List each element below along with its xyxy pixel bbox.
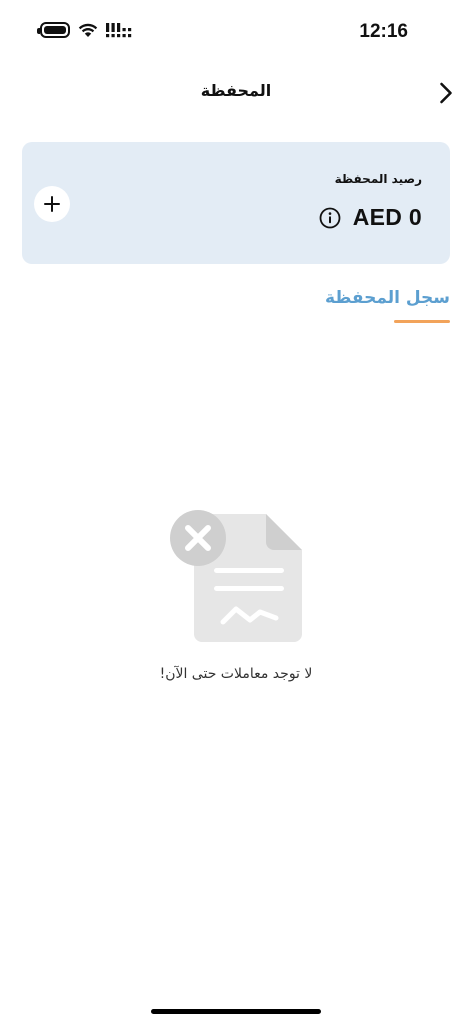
add-funds-button[interactable] <box>34 186 70 222</box>
tab-label: سجل المحفظة <box>324 288 450 308</box>
wallet-balance-card: رصيد المحفظة AED 0 <box>22 142 450 264</box>
home-indicator[interactable] <box>151 1009 321 1014</box>
balance-label: رصيد المحفظة <box>334 172 422 186</box>
info-icon[interactable] <box>319 207 341 229</box>
page-title: المحفظة <box>200 81 272 100</box>
balance-amount: AED 0 <box>352 204 422 230</box>
balance-row: AED 0 <box>319 204 422 231</box>
plus-icon <box>44 196 60 212</box>
battery-icon <box>37 22 70 38</box>
status-bar: 12:16 <box>0 18 472 48</box>
tab-active-indicator <box>394 320 450 323</box>
nav-header: المحفظة <box>0 72 472 112</box>
no-transactions-document-icon <box>170 510 302 642</box>
signal-icon <box>106 22 132 38</box>
wifi-icon <box>78 22 98 38</box>
wallet-screen: 12:16 المحفظة رصيد المحفظة AED 0 سجل الم… <box>0 0 472 1024</box>
back-button[interactable] <box>434 80 458 106</box>
tab-wallet-history[interactable]: سجل المحفظة <box>325 286 450 326</box>
chevron-right-icon <box>440 82 452 104</box>
status-time: 12:16 <box>359 21 408 42</box>
empty-state-message: لا توجد معاملات حتى الآن! <box>159 666 313 682</box>
status-icons <box>37 22 132 38</box>
